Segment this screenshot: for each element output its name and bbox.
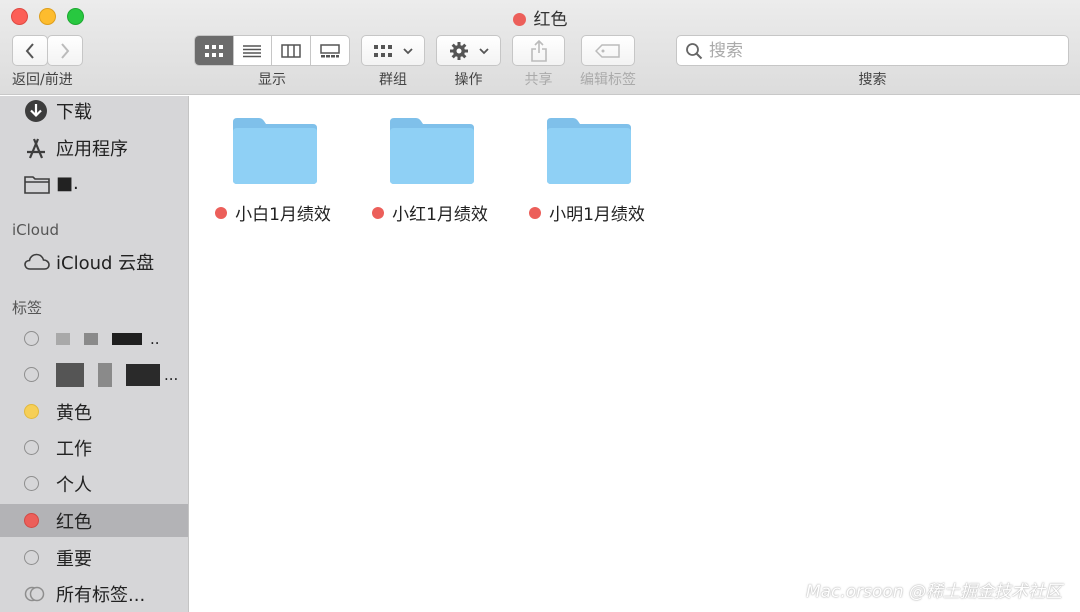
view-mode-control[interactable] bbox=[194, 35, 350, 66]
sidebar-item-label: 重要 bbox=[56, 548, 92, 570]
search-input[interactable] bbox=[709, 40, 1049, 61]
sidebar-item-label: ... bbox=[164, 365, 179, 384]
tag-color-dot bbox=[24, 404, 39, 419]
group-label: 群组 bbox=[379, 72, 407, 88]
chevron-right-icon bbox=[61, 42, 70, 59]
sidebar-item-icloud-drive[interactable]: iCloud 云盘 bbox=[0, 245, 188, 278]
share-button[interactable] bbox=[512, 35, 565, 66]
tag-color-dot bbox=[24, 331, 39, 346]
sidebar-item-folder[interactable]: ■. bbox=[0, 167, 188, 200]
watermark: Mac.orsoon @稀土掘金技术社区 bbox=[805, 582, 1062, 602]
tags-section-header: 标签 bbox=[12, 299, 43, 317]
sidebar-tag-work[interactable]: 工作 bbox=[0, 431, 188, 464]
tag-icon bbox=[595, 43, 620, 58]
chevron-left-icon bbox=[25, 42, 34, 59]
applications-icon bbox=[24, 136, 52, 160]
icon-grid-icon bbox=[204, 44, 223, 57]
window-title: 红色 bbox=[0, 5, 1080, 30]
sidebar-tag-redacted-1[interactable]: .. bbox=[0, 322, 188, 355]
icloud-section-header: iCloud bbox=[12, 221, 60, 239]
sidebar-tag-yellow[interactable]: 黄色 bbox=[0, 395, 188, 428]
view-label: 显示 bbox=[258, 72, 286, 88]
sidebar-item-label: 黄色 bbox=[56, 402, 92, 424]
folder-item[interactable]: 小明1月绩效 bbox=[507, 116, 667, 225]
redacted-text bbox=[84, 332, 98, 345]
sidebar-item-label: ■. bbox=[56, 173, 79, 194]
folder-name: 小白1月绩效 bbox=[235, 205, 331, 225]
redacted-text bbox=[98, 362, 112, 387]
redacted-text bbox=[56, 362, 84, 387]
tag-color-dot bbox=[372, 206, 385, 219]
sidebar-item-label: 红色 bbox=[56, 511, 92, 533]
sidebar-item-downloads[interactable]: 下载 bbox=[0, 96, 188, 127]
group-button[interactable] bbox=[361, 35, 425, 66]
nav-label: 返回/前进 bbox=[12, 72, 73, 88]
edit-tags-label: 编辑标签 bbox=[580, 72, 636, 88]
sidebar-item-label: 工作 bbox=[56, 438, 92, 460]
redacted-text bbox=[112, 332, 142, 345]
columns-icon bbox=[281, 43, 301, 58]
tag-color-dot bbox=[24, 550, 39, 565]
tag-color-dot bbox=[512, 13, 526, 26]
sidebar-item-label: 个人 bbox=[56, 474, 92, 496]
sidebar: 下载 应用程序 ■. iCloud iCloud 云盘 标签 .. ... 黄色… bbox=[0, 96, 189, 612]
tag-color-dot bbox=[24, 440, 39, 455]
sidebar-tag-important[interactable]: 重要 bbox=[0, 541, 188, 574]
gallery-icon bbox=[320, 43, 340, 57]
action-button[interactable] bbox=[436, 35, 501, 66]
tag-color-dot bbox=[24, 476, 39, 491]
sidebar-item-label: 应用程序 bbox=[56, 138, 128, 160]
all-tags-icon bbox=[24, 586, 45, 601]
redacted-text bbox=[56, 332, 70, 345]
chevron-down-icon bbox=[478, 47, 489, 54]
redacted-text bbox=[126, 363, 160, 386]
folder-item[interactable]: 小白1月绩效 bbox=[193, 116, 353, 225]
action-label: 操作 bbox=[454, 72, 483, 88]
gear-icon bbox=[449, 41, 468, 60]
edit-tags-button[interactable] bbox=[581, 35, 635, 66]
search-icon bbox=[686, 42, 703, 59]
sidebar-tag-red[interactable]: 红色 bbox=[0, 504, 188, 537]
sidebar-tag-personal[interactable]: 个人 bbox=[0, 467, 188, 500]
sidebar-item-label: 所有标签... bbox=[56, 584, 146, 606]
cloud-icon bbox=[24, 253, 52, 271]
share-label: 共享 bbox=[524, 72, 553, 88]
folder-icon bbox=[390, 118, 474, 184]
list-icon bbox=[243, 44, 262, 57]
folder-icon bbox=[24, 174, 52, 194]
search-field[interactable] bbox=[676, 35, 1069, 66]
search-label: 搜索 bbox=[858, 72, 887, 88]
folder-name: 小明1月绩效 bbox=[549, 205, 645, 225]
column-view-button[interactable] bbox=[272, 36, 311, 65]
file-browser-content: 小白1月绩效 小红1月绩效 小明1月绩效 Mac.orsoon @稀土掘金技术社… bbox=[190, 96, 1080, 612]
folder-icon bbox=[547, 118, 631, 184]
sidebar-item-label: iCloud 云盘 bbox=[56, 252, 155, 274]
forward-button[interactable] bbox=[47, 35, 83, 66]
tag-color-dot bbox=[24, 367, 39, 382]
back-button[interactable] bbox=[12, 35, 48, 66]
download-icon bbox=[24, 99, 52, 123]
list-view-button[interactable] bbox=[234, 36, 272, 65]
group-grid-icon bbox=[374, 44, 392, 57]
share-icon bbox=[530, 39, 547, 62]
sidebar-item-label: .. bbox=[150, 329, 160, 348]
sidebar-item-label: 下载 bbox=[56, 101, 92, 123]
toolbar: 红色 返回/前进 显示 群组 操作 共享 编辑标签 搜索 搜索 bbox=[0, 0, 1080, 95]
tag-color-dot bbox=[24, 513, 39, 528]
tag-color-dot bbox=[215, 206, 228, 219]
chevron-down-icon bbox=[403, 47, 413, 54]
tag-color-dot bbox=[529, 206, 542, 219]
icon-view-button[interactable] bbox=[195, 36, 234, 65]
folder-name: 小红1月绩效 bbox=[392, 205, 488, 225]
sidebar-tag-redacted-2[interactable]: ... bbox=[0, 358, 188, 391]
folder-item[interactable]: 小红1月绩效 bbox=[350, 116, 510, 225]
sidebar-item-applications[interactable]: 应用程序 bbox=[0, 131, 188, 164]
gallery-view-button[interactable] bbox=[311, 36, 350, 65]
sidebar-all-tags[interactable]: 所有标签... bbox=[0, 577, 188, 610]
folder-icon bbox=[233, 118, 317, 184]
